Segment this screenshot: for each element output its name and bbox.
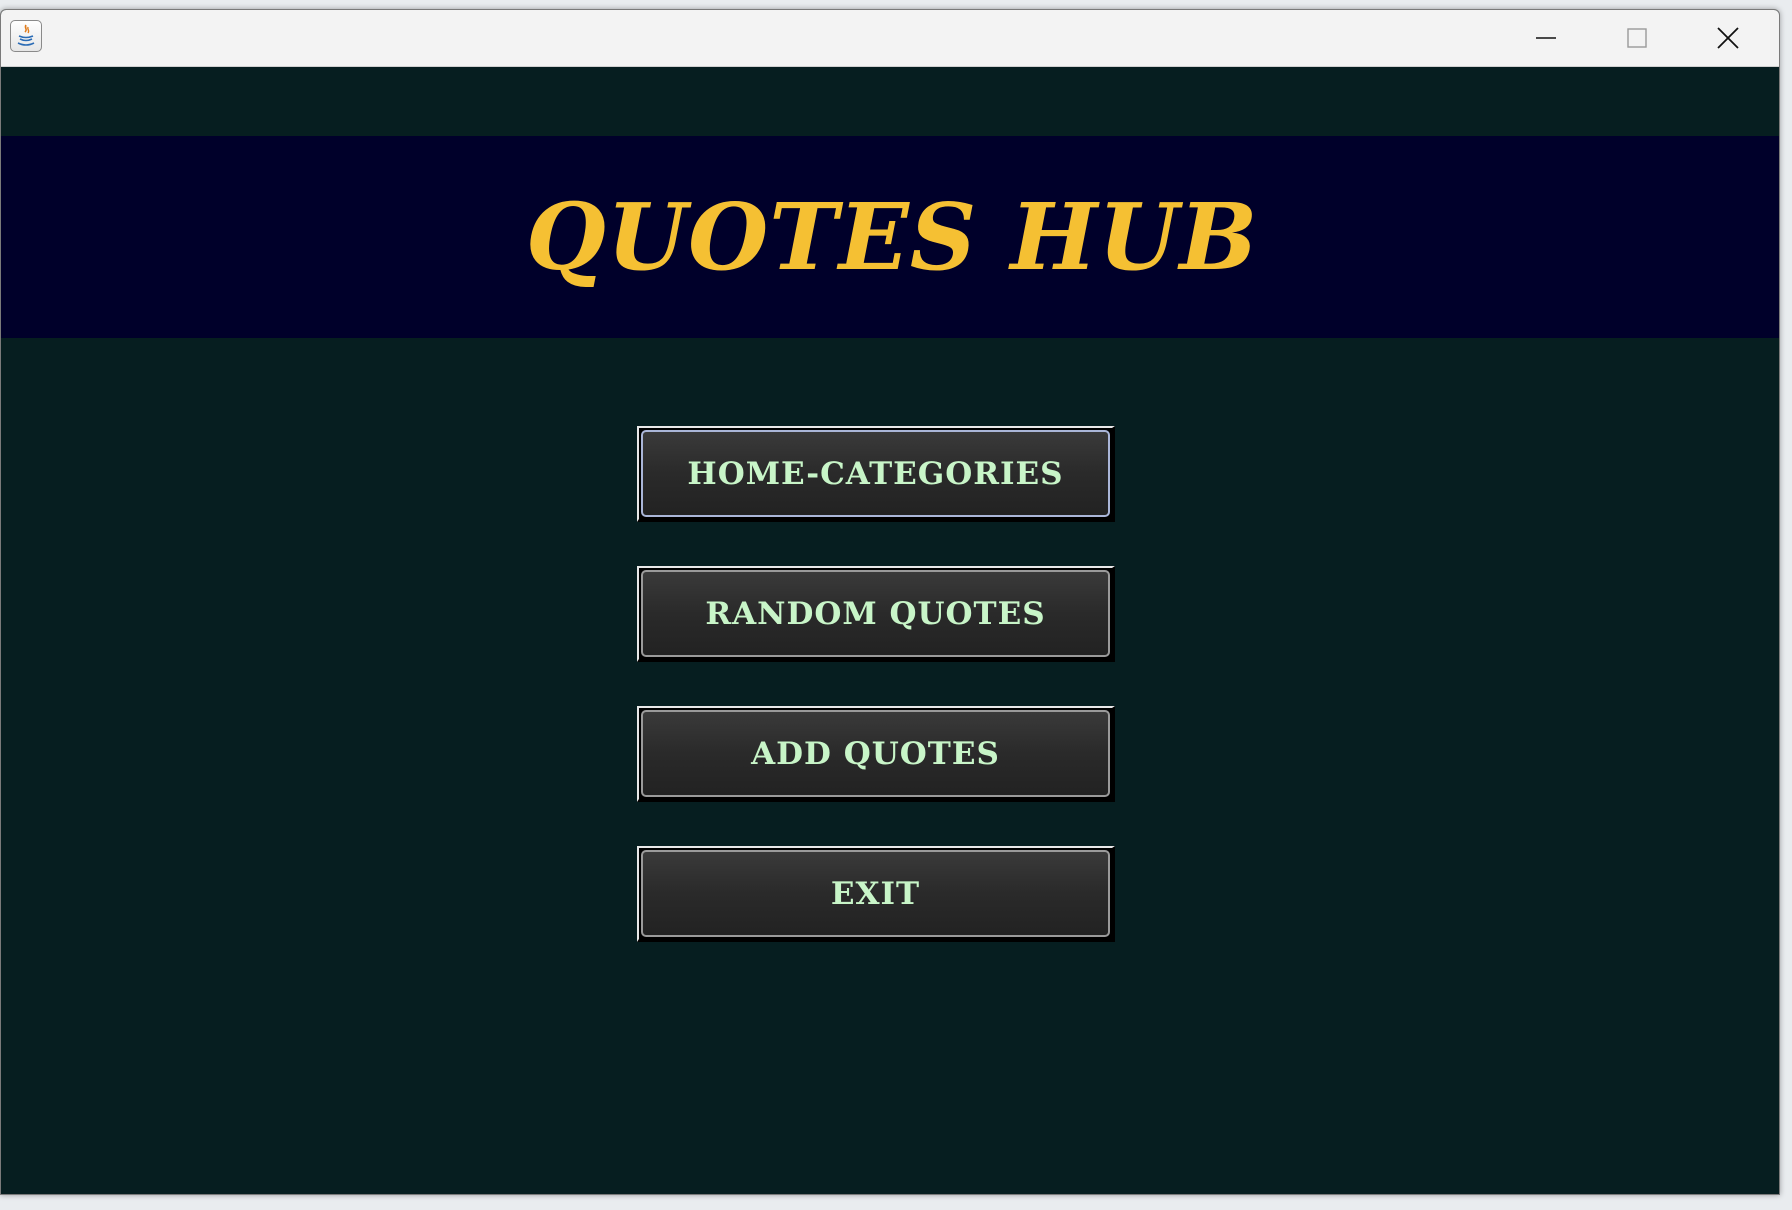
close-icon (1717, 27, 1739, 49)
title-bar[interactable] (1, 10, 1779, 67)
home-categories-label: HOME-CATEGORIES (641, 430, 1110, 517)
add-quotes-label: ADD QUOTES (641, 710, 1110, 797)
home-categories-button[interactable]: HOME-CATEGORIES (637, 426, 1115, 522)
close-button[interactable] (1683, 10, 1773, 66)
add-quotes-button[interactable]: ADD QUOTES (637, 706, 1115, 802)
minimize-button[interactable] (1501, 10, 1591, 66)
java-icon[interactable] (10, 20, 42, 52)
app-window: QUOTES HUB HOME-CATEGORIES RANDOM QUOTES… (0, 9, 1780, 1195)
minimize-icon (1536, 37, 1556, 39)
app-title: QUOTES HUB (525, 183, 1259, 291)
random-quotes-button[interactable]: RANDOM QUOTES (637, 566, 1115, 662)
exit-label: EXIT (641, 850, 1110, 937)
maximize-button[interactable] (1592, 10, 1682, 66)
random-quotes-label: RANDOM QUOTES (641, 570, 1110, 657)
maximize-icon (1627, 28, 1647, 48)
exit-button[interactable]: EXIT (637, 846, 1115, 942)
header-band: QUOTES HUB (1, 136, 1779, 338)
